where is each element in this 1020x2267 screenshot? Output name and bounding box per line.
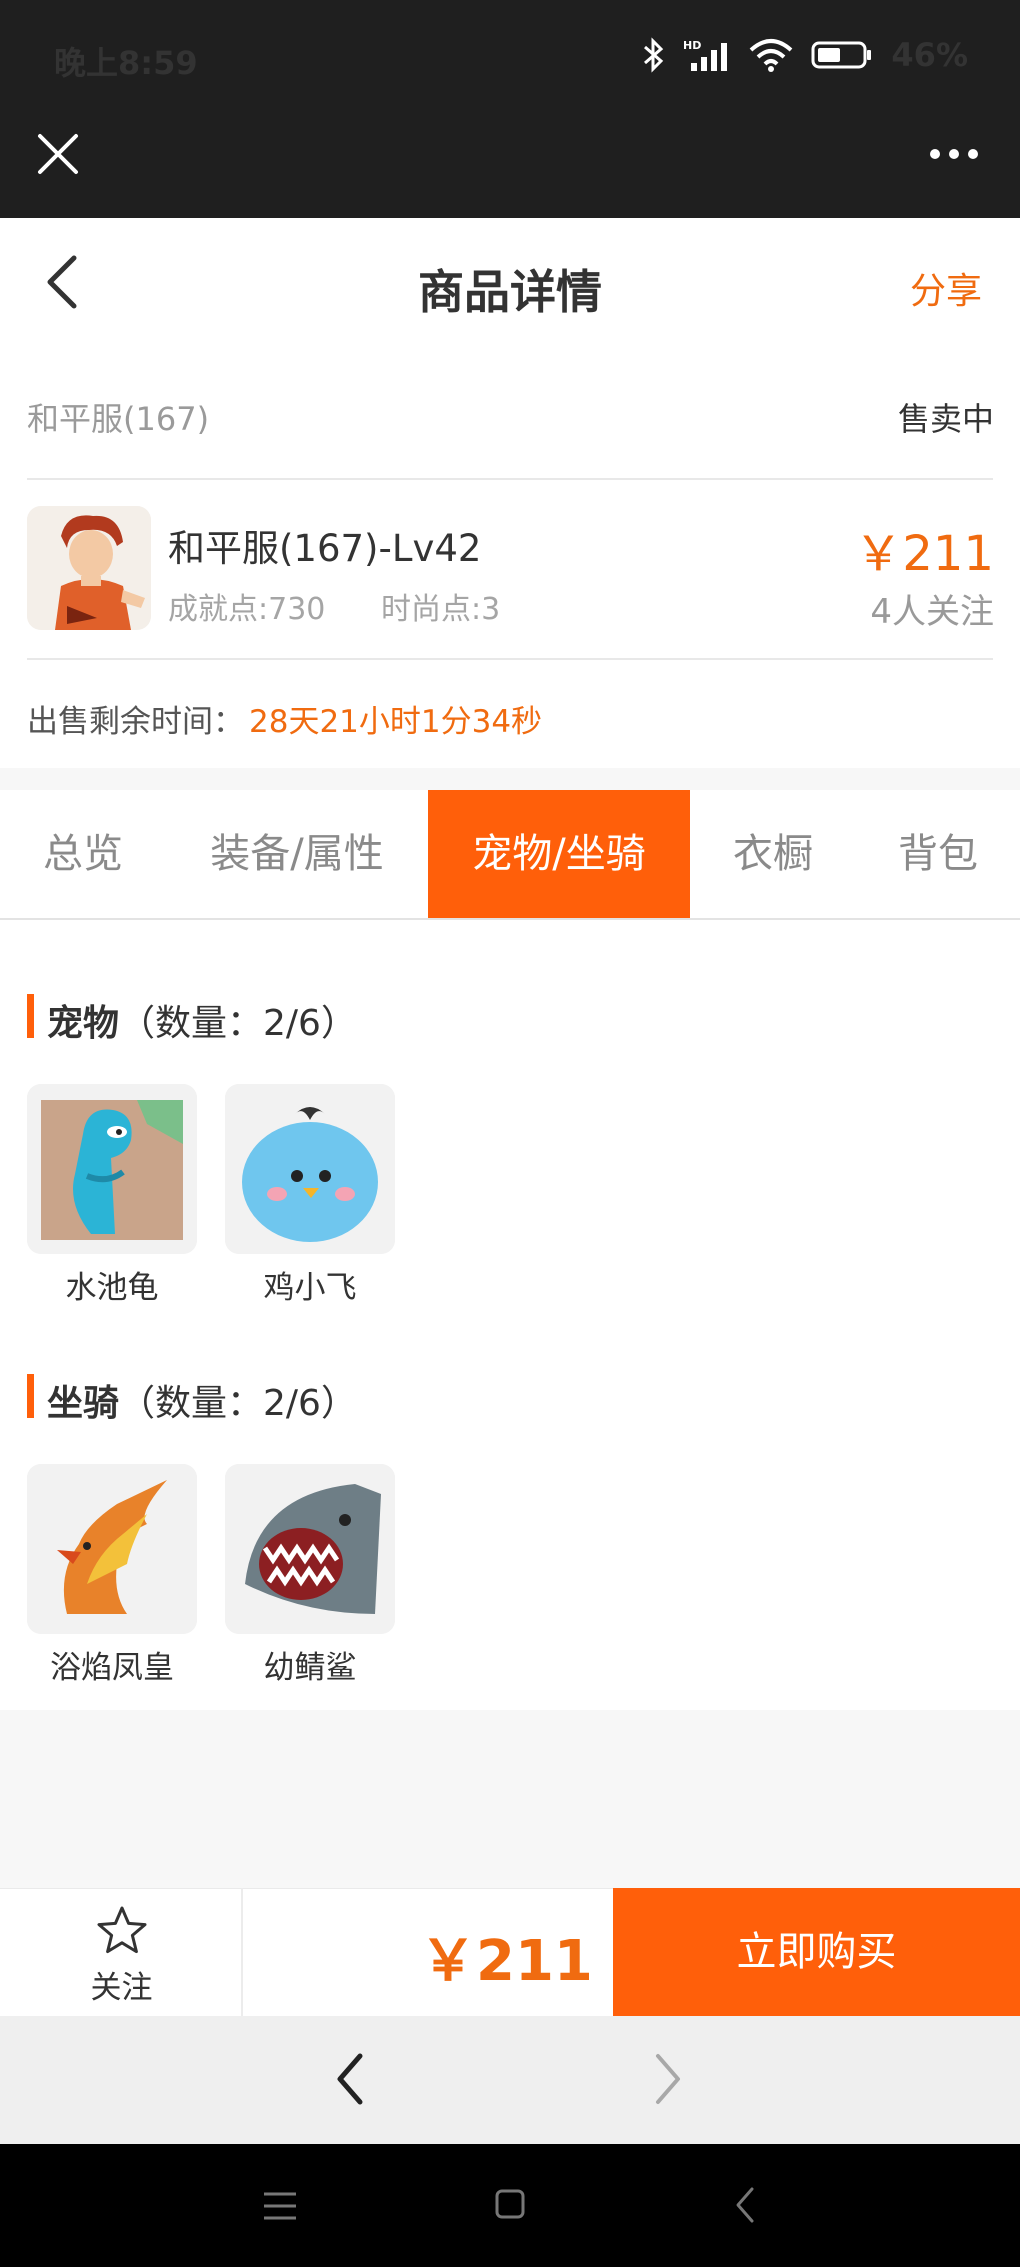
product-price: ￥211	[854, 526, 994, 582]
battery-icon	[811, 41, 872, 69]
mounts-section-title: 坐骑（数量：2/6）	[47, 1374, 357, 1426]
product-name: 和平服(167)-Lv42	[168, 527, 482, 570]
browser-nav-bar	[0, 2016, 1020, 2144]
pet-card[interactable]	[27, 1084, 197, 1254]
share-button[interactable]: 分享	[910, 262, 982, 314]
remaining-time-value: 28天21小时1分34秒	[249, 704, 543, 740]
wifi-icon	[750, 39, 793, 72]
pet-card[interactable]	[225, 1084, 395, 1254]
tab-backpack[interactable]: 背包	[856, 790, 1020, 918]
mount-name: 浴焰凤皇	[50, 1650, 174, 1686]
mounts-title: 坐骑	[47, 1383, 120, 1424]
svg-text:HD: HD	[683, 39, 701, 52]
hd-signal-icon: HD	[683, 39, 728, 71]
achievement-points: 成就点:730	[168, 592, 326, 627]
section-accent	[27, 1374, 34, 1418]
more-dots-icon[interactable]	[928, 140, 980, 168]
bottom-price: ￥211	[420, 1929, 593, 1994]
home-icon[interactable]	[494, 2188, 526, 2220]
star-icon[interactable]	[94, 1904, 150, 1960]
page-title: 商品详情	[418, 265, 602, 319]
tab-wardrobe[interactable]: 衣橱	[690, 790, 856, 918]
webview-toolbar	[0, 120, 1020, 218]
close-icon[interactable]	[34, 130, 82, 178]
system-back-icon[interactable]	[734, 2186, 756, 2224]
mount-name: 幼鲭鲨	[263, 1650, 357, 1686]
follower-count: 4人关注	[870, 592, 994, 632]
mounts-count: （数量：2/6）	[119, 1383, 357, 1424]
divider	[27, 658, 993, 660]
pet-name: 鸡小飞	[263, 1270, 357, 1306]
mount-card[interactable]	[225, 1464, 395, 1634]
pets-count: （数量：2/6）	[119, 1003, 357, 1044]
sale-status: 售卖中	[897, 400, 994, 438]
character-avatar	[27, 506, 151, 630]
mount-card[interactable]	[27, 1464, 197, 1634]
browser-back-icon[interactable]	[334, 2052, 366, 2106]
tab-pets-mounts[interactable]: 宠物/坐骑	[428, 790, 690, 918]
server-name: 和平服(167)	[27, 400, 210, 438]
tab-equipment[interactable]: 装备/属性	[166, 790, 428, 918]
menu-icon[interactable]	[262, 2190, 298, 2222]
tab-overview[interactable]: 总览	[0, 790, 166, 918]
buy-now-button[interactable]: 立即购买	[613, 1888, 1020, 2016]
battery-percent: 46%	[891, 36, 968, 74]
remaining-time-label: 出售剩余时间：	[27, 704, 244, 740]
pets-section-title: 宠物（数量：2/6）	[47, 994, 357, 1046]
divider	[27, 478, 993, 480]
bluetooth-icon	[644, 37, 664, 73]
status-icons: HD 46%	[643, 36, 968, 74]
fashion-points: 时尚点:3	[381, 592, 501, 627]
follow-label[interactable]: 关注	[0, 1962, 243, 2007]
section-accent	[27, 994, 34, 1038]
pet-name: 水池龟	[65, 1270, 159, 1306]
browser-forward-icon[interactable]	[652, 2052, 684, 2106]
pets-title: 宠物	[47, 1003, 120, 1044]
status-time: 晚上8:59	[54, 44, 198, 82]
